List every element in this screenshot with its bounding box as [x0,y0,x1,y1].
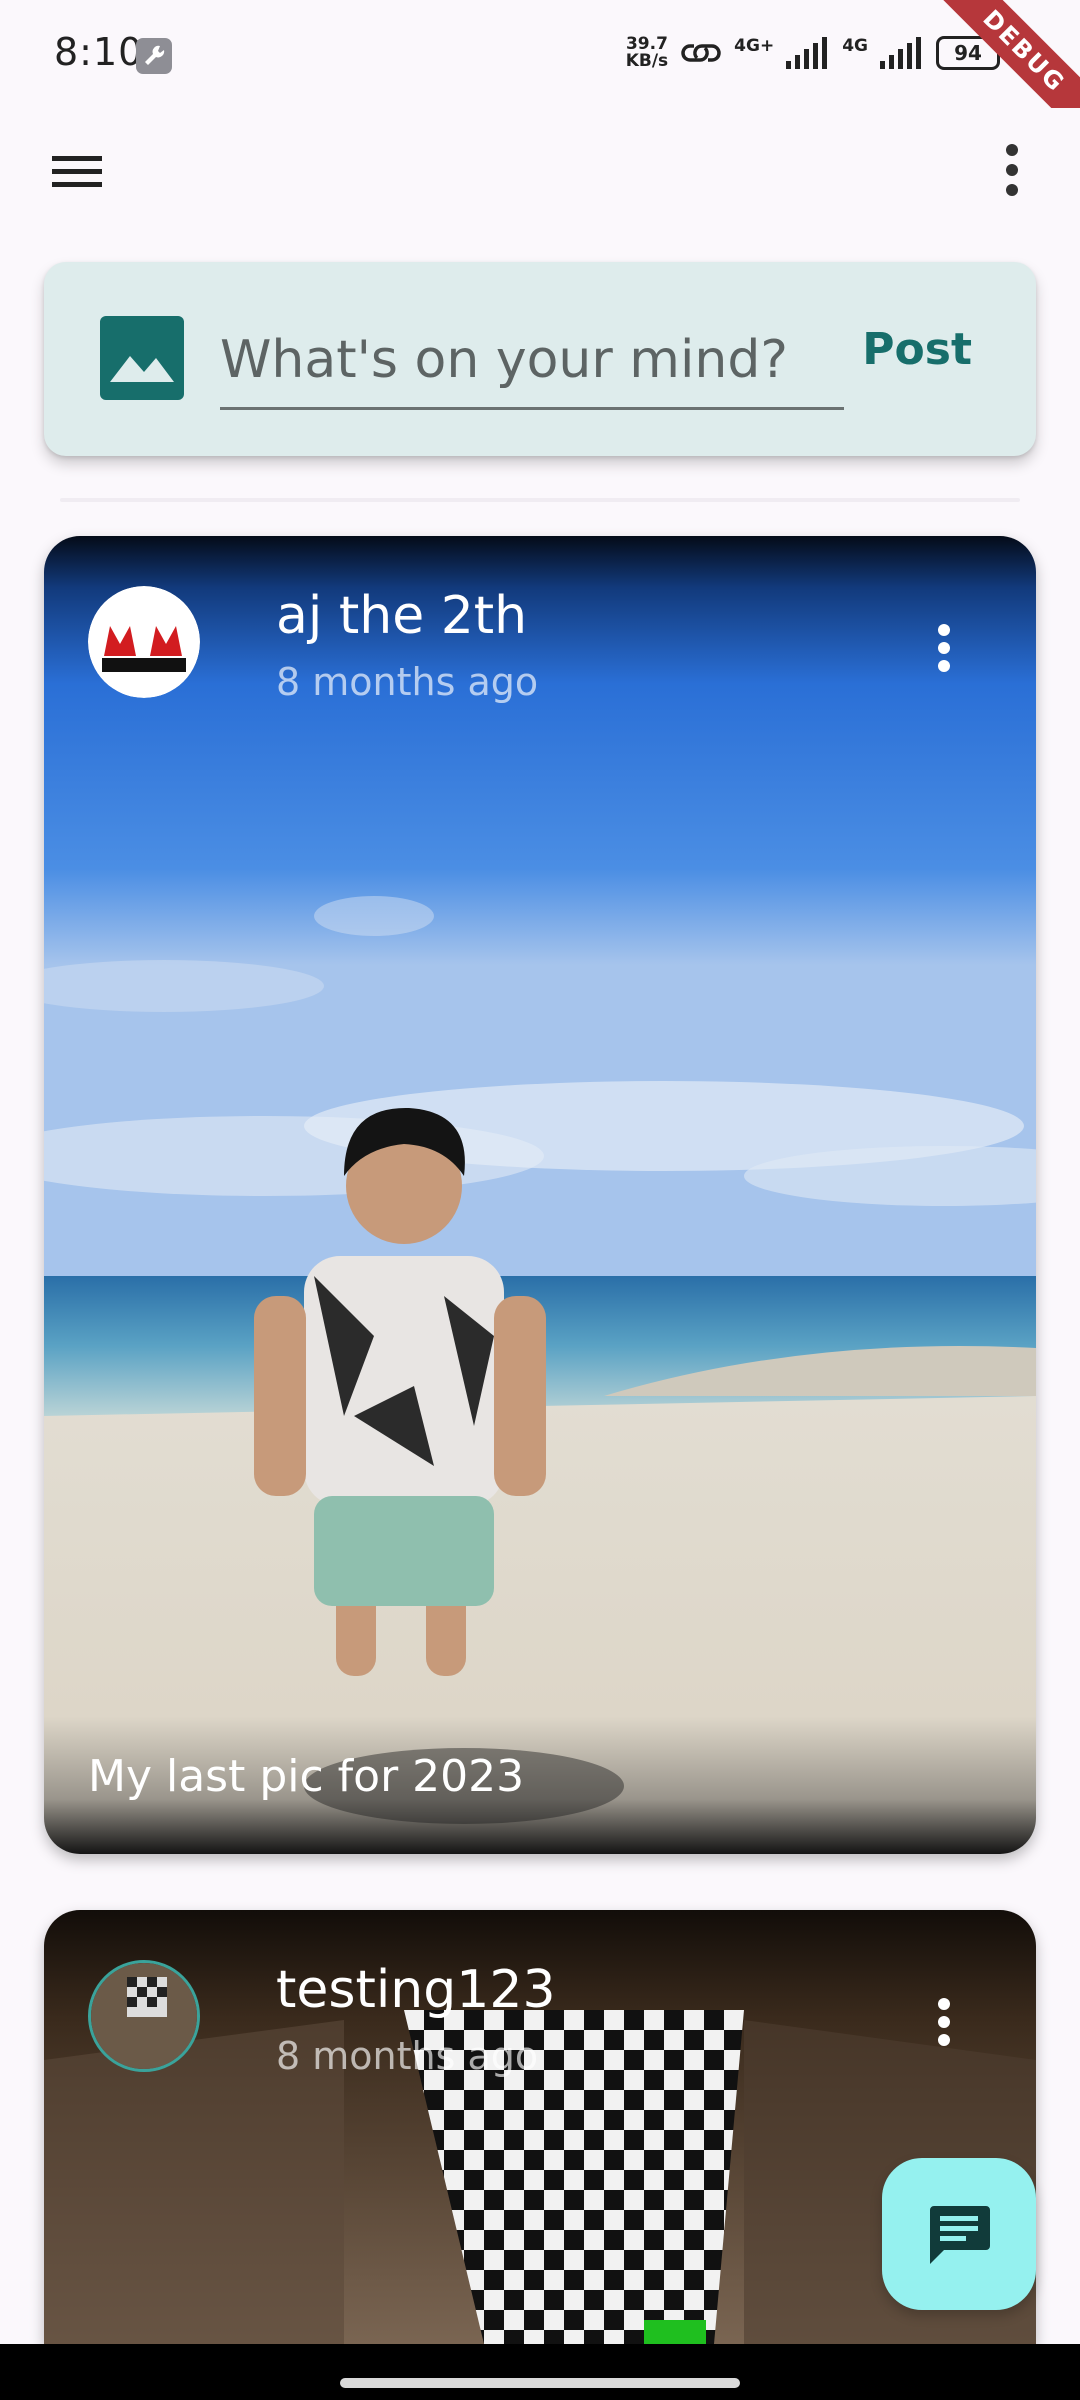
post-author[interactable]: testing123 [276,1960,556,2020]
avatar[interactable] [88,586,200,698]
post-caption: My last pic for 2023 [88,1751,525,1802]
post-card[interactable]: aj the 2th 8 months ago My last pic for … [44,536,1036,1854]
post-time: 8 months ago [276,2034,539,2078]
network-speed: 39.7 KB/s [626,36,668,70]
signal-icon [786,37,828,69]
wrench-icon [136,38,172,74]
link-icon [681,44,721,62]
post-text-input[interactable]: What's on your mind? [220,320,844,410]
post-photo [44,536,1036,1854]
chat-icon [930,2206,990,2264]
menu-icon[interactable] [50,144,106,200]
status-indicators: 39.7 KB/s 4G+ 4G 94 [626,36,1000,70]
post-header: aj the 2th 8 months ago [88,586,992,706]
chat-fab-button[interactable] [882,2158,1036,2310]
status-time: 8:10 [54,30,144,74]
network-speed-unit: KB/s [625,51,669,71]
system-nav-bar [0,2344,1080,2400]
more-vert-icon[interactable] [984,138,1040,202]
post-composer: What's on your mind? Post [44,262,1036,456]
home-indicator[interactable] [340,2378,740,2388]
divider [60,498,1020,502]
post-author[interactable]: aj the 2th [276,586,527,646]
post-button[interactable]: Post [862,324,972,375]
app-bar [0,108,1080,236]
more-vert-icon[interactable] [924,1992,964,2052]
sim1-network-type: 4G+ [734,36,775,56]
sim2-network-type: 4G [842,36,868,56]
image-icon[interactable] [100,316,184,400]
post-header: testing123 8 months ago [88,1960,992,2080]
more-vert-icon[interactable] [924,618,964,678]
signal-icon [880,37,921,69]
post-time: 8 months ago [276,660,539,704]
avatar[interactable] [88,1960,200,2072]
status-bar: 8:10 39.7 KB/s 4G+ 4G 94 DEBUG [0,0,1080,158]
